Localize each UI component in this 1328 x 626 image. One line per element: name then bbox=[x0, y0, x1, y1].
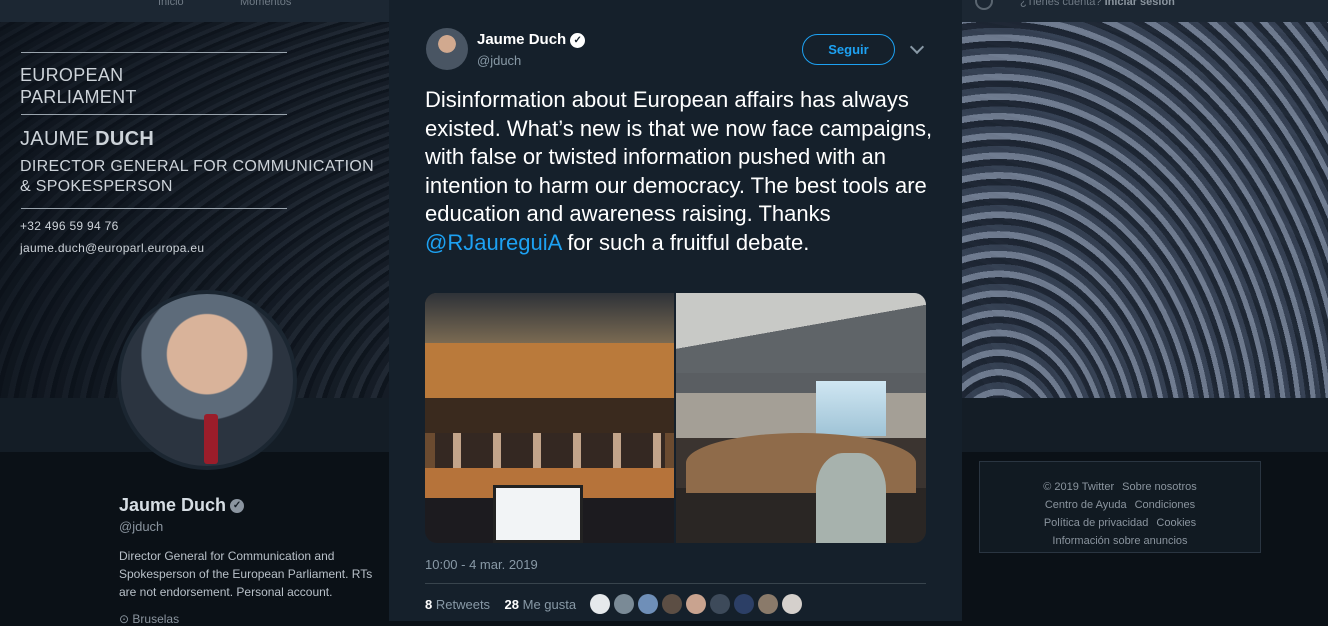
retweets-count: 8 bbox=[425, 597, 433, 612]
follow-button[interactable]: Seguir bbox=[802, 34, 895, 65]
retweets-label: Retweets bbox=[435, 597, 491, 612]
tweet-author-handle[interactable]: @jduch bbox=[477, 53, 521, 68]
login-prompt[interactable]: ¿Tienes cuenta? Iniciar sesión bbox=[1020, 0, 1175, 8]
tweet-text: Disinformation about European affairs ha… bbox=[425, 86, 935, 257]
nav-moments-link[interactable]: Momentos bbox=[240, 0, 291, 8]
login-link[interactable]: Iniciar sesión bbox=[1105, 0, 1175, 8]
tweet-author-avatar[interactable] bbox=[426, 28, 468, 70]
verified-badge-icon: ✓ bbox=[230, 499, 245, 514]
likes-stat[interactable]: 28 Me gusta bbox=[505, 597, 577, 612]
banner-divider bbox=[21, 114, 287, 115]
search-icon[interactable] bbox=[975, 0, 993, 10]
footer-link-ads-info[interactable]: Información sobre anuncios bbox=[1052, 535, 1187, 547]
profile-name-text: Jaume Duch bbox=[119, 495, 227, 515]
retweets-stat[interactable]: 8 Retweets bbox=[425, 597, 490, 612]
chevron-down-icon[interactable] bbox=[909, 39, 925, 55]
login-prompt-text: ¿Tienes cuenta? bbox=[1020, 0, 1102, 8]
banner-email: jaume.duch@europarl.europa.eu bbox=[20, 241, 205, 255]
verified-badge-icon: ✓ bbox=[570, 32, 586, 48]
liker-avatar[interactable] bbox=[614, 594, 634, 614]
liker-avatar[interactable] bbox=[734, 594, 754, 614]
profile-bio: Director General for Communication and S… bbox=[119, 549, 373, 599]
tweet-author-name[interactable]: Jaume Duch ✓ bbox=[477, 31, 586, 48]
profile-avatar[interactable] bbox=[117, 290, 297, 470]
footer-links-box: © 2019 Twitter Sobre nosotros Centro de A… bbox=[979, 461, 1261, 553]
liker-avatar[interactable] bbox=[758, 594, 778, 614]
liker-avatar[interactable] bbox=[686, 594, 706, 614]
liker-avatar[interactable] bbox=[710, 594, 730, 614]
tweet-photo-1[interactable] bbox=[425, 293, 674, 543]
liker-avatar[interactable] bbox=[590, 594, 610, 614]
tweet-modal: Jaume Duch ✓ @jduch Seguir Disinformation… bbox=[389, 0, 962, 621]
likes-count: 28 bbox=[504, 597, 519, 612]
banner-organization: EUROPEAN PARLIAMENT bbox=[20, 64, 137, 108]
banner-org-line-1: EUROPEAN bbox=[20, 65, 124, 85]
banner-divider bbox=[21, 208, 287, 209]
profile-name[interactable]: Jaume Duch ✓ bbox=[119, 495, 245, 516]
banner-divider bbox=[21, 52, 287, 53]
tweet-text-body: Disinformation about European affairs ha… bbox=[425, 87, 933, 226]
tweet-timestamp[interactable]: 10:00 - 4 mar. 2019 bbox=[425, 557, 538, 572]
profile-location-text: Bruselas bbox=[132, 612, 180, 626]
nav-home-link[interactable]: Inicio bbox=[158, 0, 184, 8]
liker-avatar[interactable] bbox=[782, 594, 802, 614]
banner-parliament-photo bbox=[962, 22, 1328, 398]
likers-avatars bbox=[590, 594, 806, 614]
tweet-stats: 8 Retweets 28 Me gusta bbox=[425, 597, 576, 612]
likes-label: Me gusta bbox=[522, 597, 577, 612]
profile-location: ⊙ Bruselas bbox=[119, 612, 180, 626]
banner-last-name: DUCH bbox=[95, 128, 155, 150]
footer-link-about[interactable]: Sobre nosotros bbox=[1122, 481, 1197, 493]
footer-copyright: © 2019 Twitter bbox=[1043, 481, 1115, 493]
banner-phone: +32 496 59 94 76 bbox=[20, 219, 119, 233]
footer-link-privacy[interactable]: Política de privacidad bbox=[1044, 517, 1149, 529]
banner-org-line-2: PARLIAMENT bbox=[20, 87, 137, 107]
banner-role: DIRECTOR GENERAL FOR COMMUNICATION & SPO… bbox=[20, 157, 374, 197]
footer-link-terms[interactable]: Condiciones bbox=[1135, 499, 1196, 511]
banner-name: JAUME DUCH bbox=[20, 128, 154, 151]
liker-avatar[interactable] bbox=[638, 594, 658, 614]
banner-first-name: JAUME bbox=[20, 128, 96, 150]
tweet-mention-link[interactable]: @RJaureguiA bbox=[425, 230, 561, 255]
tweet-text-tail: for such a fruitful debate. bbox=[561, 229, 810, 255]
tweet-photo-2[interactable] bbox=[676, 293, 926, 543]
divider bbox=[425, 583, 926, 584]
liker-avatar[interactable] bbox=[662, 594, 682, 614]
banner-role-line-1: DIRECTOR GENERAL FOR COMMUNICATION bbox=[20, 158, 374, 175]
profile-handle[interactable]: @jduch bbox=[119, 519, 163, 534]
tweet-author-name-text: Jaume Duch bbox=[477, 31, 567, 48]
tweet-media bbox=[425, 293, 926, 543]
footer-link-help[interactable]: Centro de Ayuda bbox=[1045, 499, 1127, 511]
footer-link-cookies[interactable]: Cookies bbox=[1156, 517, 1196, 529]
banner-role-line-2: & SPOKESPERSON bbox=[20, 178, 173, 195]
